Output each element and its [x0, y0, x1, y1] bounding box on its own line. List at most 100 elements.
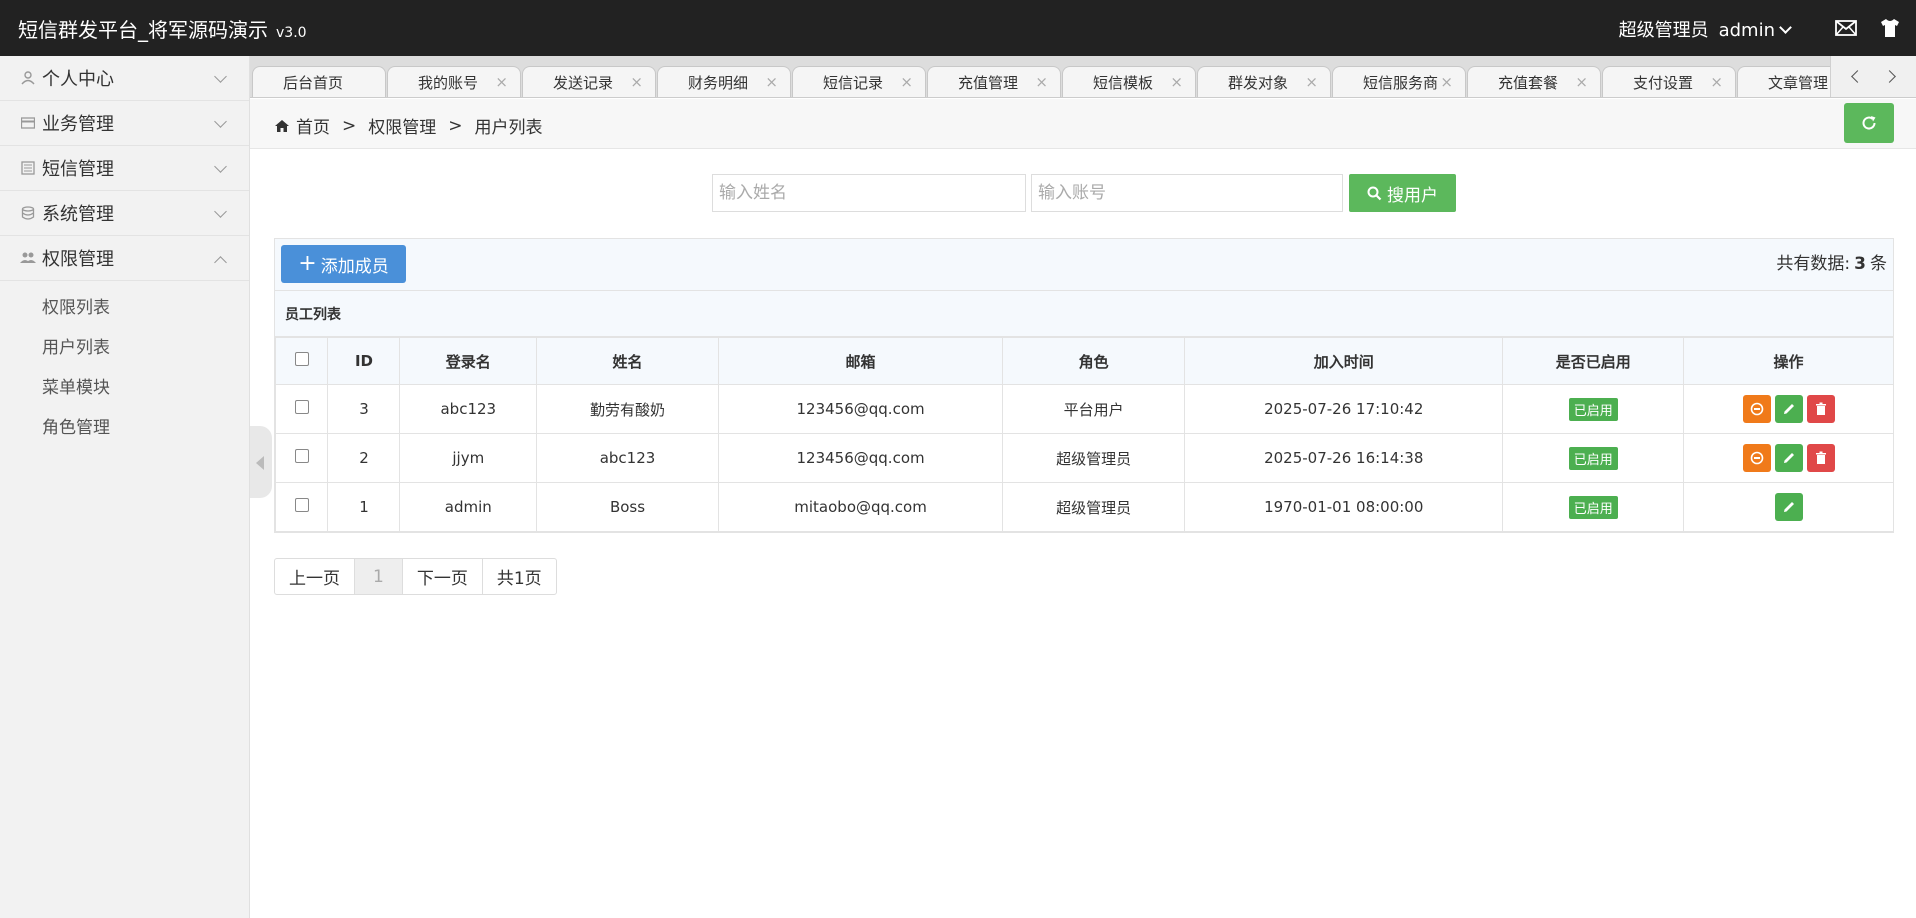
edit-button[interactable] — [1774, 395, 1803, 423]
breadcrumb-bar: 首页 > 权限管理 > 用户列表 — [250, 99, 1916, 149]
sidebar-item-label: 短信管理 — [42, 159, 114, 180]
database-icon — [20, 205, 36, 221]
chevron-down-icon — [214, 205, 227, 218]
close-icon[interactable]: × — [1710, 73, 1723, 91]
next-page-button[interactable]: 下一页 — [403, 559, 483, 594]
refresh-button[interactable] — [1844, 103, 1894, 143]
sidebar-item-label: 权限管理 — [42, 249, 114, 270]
tab-finance-details[interactable]: 财务明细 × — [657, 66, 791, 97]
sidebar-subitem-permission-list[interactable]: 权限列表 — [0, 285, 249, 325]
tab-navigation — [1830, 56, 1916, 97]
breadcrumb-separator: > — [448, 115, 463, 136]
sidebar-item-business[interactable]: 业务管理 — [0, 101, 249, 146]
chevron-right-icon[interactable] — [1883, 70, 1896, 83]
column-header: 姓名 — [536, 337, 719, 385]
sidebar-item-permission[interactable]: 权限管理 — [0, 236, 249, 281]
search-button-label: 搜用户 — [1387, 185, 1438, 205]
close-icon[interactable]: × — [1440, 73, 1453, 91]
chevron-down-icon — [1779, 21, 1792, 34]
edit-button[interactable] — [1774, 493, 1803, 521]
status-badge[interactable]: 已启用 — [1568, 397, 1618, 421]
search-name-input[interactable] — [712, 174, 1026, 212]
chevron-down-icon — [214, 70, 227, 83]
close-icon[interactable]: × — [900, 73, 913, 91]
close-icon[interactable]: × — [1035, 73, 1048, 91]
tab-sms-records[interactable]: 短信记录 × — [792, 66, 926, 97]
cell-name: abc123 — [536, 433, 719, 483]
tab-recharge-management[interactable]: 充值管理 × — [927, 66, 1061, 97]
sidebar-item-sms[interactable]: 短信管理 — [0, 146, 249, 191]
sidebar-item-label: 个人中心 — [42, 69, 114, 90]
pagination: 上一页 1 下一页 共1页 — [274, 558, 557, 595]
search-account-input[interactable] — [1031, 174, 1343, 212]
card-icon — [20, 115, 36, 131]
sidebar-item-label: 业务管理 — [42, 114, 114, 135]
total-prefix: 共有数据: — [1776, 254, 1851, 274]
username: admin — [1718, 20, 1775, 41]
chevron-left-icon[interactable] — [1851, 70, 1864, 83]
sidebar-item-label: 系统管理 — [42, 204, 114, 225]
add-member-label: 添加成员 — [320, 256, 389, 277]
row-checkbox[interactable] — [294, 498, 309, 512]
sidebar-collapse-handle[interactable] — [250, 426, 272, 498]
sidebar-item-personal[interactable]: 个人中心 — [0, 56, 249, 101]
close-icon[interactable]: × — [1575, 73, 1588, 91]
mail-icon[interactable] — [1834, 16, 1858, 40]
close-icon[interactable]: × — [630, 73, 643, 91]
total-pages: 共1页 — [496, 569, 542, 589]
column-header: 是否已启用 — [1502, 337, 1685, 385]
tab-recharge-packages[interactable]: 充值套餐 × — [1467, 66, 1601, 97]
delete-button[interactable] — [1806, 444, 1835, 472]
edit-button[interactable] — [1774, 444, 1803, 472]
tab-sms-templates[interactable]: 短信模板 × — [1062, 66, 1196, 97]
sidebar-subitem-user-list[interactable]: 用户列表 — [0, 325, 249, 365]
tab-label: 发送记录 — [553, 74, 614, 92]
cell-id: 2 — [327, 433, 401, 483]
column-header: 加入时间 — [1183, 337, 1504, 385]
status-badge[interactable]: 已启用 — [1568, 446, 1618, 470]
disable-button[interactable] — [1742, 395, 1771, 423]
tab-payment-settings[interactable]: 支付设置 × — [1602, 66, 1736, 97]
tab-sms-providers[interactable]: 短信服务商 × — [1332, 66, 1466, 97]
tab-label: 短信服务商 — [1363, 74, 1439, 92]
user-table: ID 登录名 姓名 邮箱 角色 加入时间 是否已启用 操作 3 abc123 勤… — [274, 337, 1894, 532]
add-member-button[interactable]: + 添加成员 — [281, 245, 406, 283]
tab-send-records[interactable]: 发送记录 × — [522, 66, 656, 97]
delete-button[interactable] — [1806, 395, 1835, 423]
close-icon[interactable]: × — [1305, 73, 1318, 91]
tab-label: 群发对象 — [1228, 74, 1289, 92]
row-checkbox[interactable] — [294, 449, 309, 463]
close-icon[interactable]: × — [1170, 73, 1183, 91]
cell-login: abc123 — [399, 384, 538, 434]
sidebar-subitem-menu-module[interactable]: 菜单模块 — [0, 365, 249, 405]
disable-button[interactable] — [1742, 444, 1771, 472]
search-user-button[interactable]: 搜用户 — [1349, 174, 1456, 212]
trash-icon — [1815, 402, 1826, 415]
current-page: 1 — [355, 559, 403, 594]
sidebar-item-system[interactable]: 系统管理 — [0, 191, 249, 236]
tab-label: 文章管理 — [1768, 74, 1829, 92]
chevron-down-icon — [214, 160, 227, 173]
tab-mass-targets[interactable]: 群发对象 × — [1197, 66, 1331, 97]
cell-role: 平台用户 — [1002, 384, 1185, 434]
status-badge[interactable]: 已启用 — [1568, 495, 1618, 519]
table-row: 1 admin Boss mitaobo@qq.com 超级管理员 1970-0… — [274, 482, 1894, 532]
row-checkbox[interactable] — [294, 400, 309, 414]
tab-home[interactable]: 后台首页 — [252, 66, 386, 97]
breadcrumb-permission[interactable]: 权限管理 — [368, 113, 436, 138]
home-icon — [275, 119, 289, 132]
select-all-checkbox[interactable] — [294, 352, 309, 366]
refresh-icon — [1862, 116, 1876, 130]
shirt-icon[interactable] — [1878, 16, 1902, 40]
chevron-down-icon — [214, 115, 227, 128]
prev-page-button[interactable]: 上一页 — [275, 559, 355, 594]
sidebar-subitem-role-management[interactable]: 角色管理 — [0, 405, 249, 445]
tab-label: 支付设置 — [1633, 74, 1694, 92]
close-icon[interactable]: × — [765, 73, 778, 91]
close-icon[interactable]: × — [495, 73, 508, 91]
table-header-row: ID 登录名 姓名 邮箱 角色 加入时间 是否已启用 操作 — [274, 337, 1894, 385]
tab-my-account[interactable]: 我的账号 × — [387, 66, 521, 97]
breadcrumb-home[interactable]: 首页 — [296, 113, 330, 138]
user-menu[interactable]: 超级管理员 admin — [1619, 16, 1792, 42]
column-header: 登录名 — [399, 337, 538, 385]
